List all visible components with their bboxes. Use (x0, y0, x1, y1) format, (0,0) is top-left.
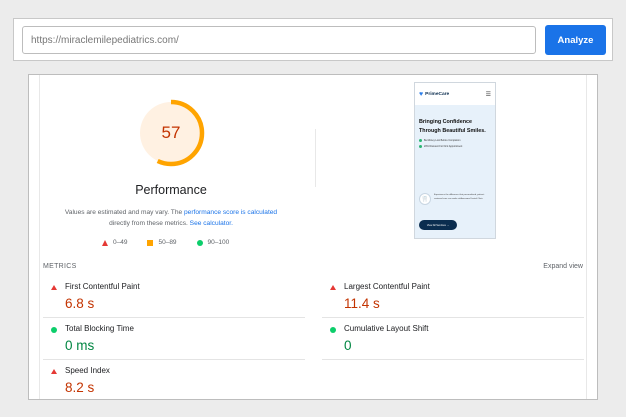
legend-fail-range: 0–49 (113, 239, 128, 246)
section-divider (315, 129, 316, 187)
legend-pass-range: 90–100 (207, 239, 230, 246)
note-text-middle: directly from these metrics. (109, 220, 190, 227)
thumbnail-check-item: 20% Discount For First Appointment (415, 142, 495, 148)
metric-speed-index: Speed Index 8.2 s (43, 360, 305, 399)
metric-label: First Contentful Paint (65, 282, 140, 291)
url-input[interactable] (22, 26, 536, 54)
legend-fail: 0–49 (102, 239, 127, 246)
thumbnail-logo: ♥ PrimeCare (419, 91, 449, 98)
performance-score: 57 (161, 123, 181, 142)
page-screenshot-thumbnail: ♥ PrimeCare ☰ Bringing Confidence Throug… (414, 82, 496, 239)
analyze-button[interactable]: Analyze (545, 25, 606, 55)
check-circle-icon (419, 145, 422, 148)
triangle-icon (51, 285, 57, 290)
report-panel: 57 Performance Values are estimated and … (28, 74, 598, 400)
metric-first-contentful-paint: First Contentful Paint 6.8 s (43, 276, 305, 318)
score-calculation-link[interactable]: performance score is calculated (184, 209, 277, 216)
triangle-icon (51, 369, 57, 374)
thumbnail-cta-button: View All Services → (419, 220, 457, 230)
metric-value: 0 ms (65, 338, 95, 353)
metrics-title: METRICS (43, 263, 77, 270)
thumbnail-check-text: Be Money Lost Before Completion (424, 139, 461, 142)
score-legend: 0–49 50–89 90–100 (102, 239, 229, 246)
circle-icon (51, 327, 57, 333)
triangle-icon (102, 239, 108, 246)
note-text: Values are estimated and may vary. The (64, 209, 185, 216)
circle-icon (196, 239, 203, 246)
metric-cumulative-layout-shift: Cumulative Layout Shift 0 (322, 318, 584, 360)
metric-value: 8.2 s (65, 380, 95, 395)
check-circle-icon (419, 139, 422, 142)
metric-largest-contentful-paint: Largest Contentful Paint 11.4 s (322, 276, 584, 318)
legend-average-range: 50–89 (158, 239, 177, 246)
see-calculator-link[interactable]: See calculator. (190, 220, 233, 227)
heart-icon: ♥ (419, 90, 424, 98)
legend-pass: 90–100 (196, 239, 230, 246)
performance-note: Values are estimated and may vary. The p… (55, 207, 287, 229)
thumbnail-heading: Bringing Confidence Through Beautiful Sm… (419, 119, 486, 134)
metric-value: 11.4 s (344, 296, 380, 311)
metrics-header: METRICS Expand view (43, 263, 583, 270)
circle-icon (330, 327, 336, 333)
thumbnail-blurb: Experience the difference that personali… (434, 194, 485, 200)
thumbnail-logo-text: PrimeCare (425, 91, 450, 97)
thumbnail-nav: ♥ PrimeCare ☰ (415, 83, 495, 105)
metric-total-blocking-time: Total Blocking Time 0 ms (43, 318, 305, 360)
tooth-icon: 🦷 (419, 193, 431, 205)
thumbnail-check-text: 20% Discount For First Appointment (424, 145, 463, 148)
metric-value: 0 (344, 338, 352, 353)
metric-label: Speed Index (65, 366, 110, 375)
metric-label: Cumulative Layout Shift (344, 324, 429, 333)
report-content: 57 Performance Values are estimated and … (39, 75, 587, 399)
expand-view-toggle[interactable]: Expand view (543, 263, 583, 270)
square-icon (147, 239, 154, 246)
performance-title: Performance (135, 183, 207, 197)
metric-label: Largest Contentful Paint (344, 282, 430, 291)
triangle-icon (330, 285, 336, 290)
url-toolbar: Analyze (13, 18, 613, 61)
legend-average: 50–89 (147, 239, 177, 246)
metric-value: 6.8 s (65, 296, 95, 311)
metric-label: Total Blocking Time (65, 324, 134, 333)
hamburger-icon: ☰ (485, 91, 491, 98)
